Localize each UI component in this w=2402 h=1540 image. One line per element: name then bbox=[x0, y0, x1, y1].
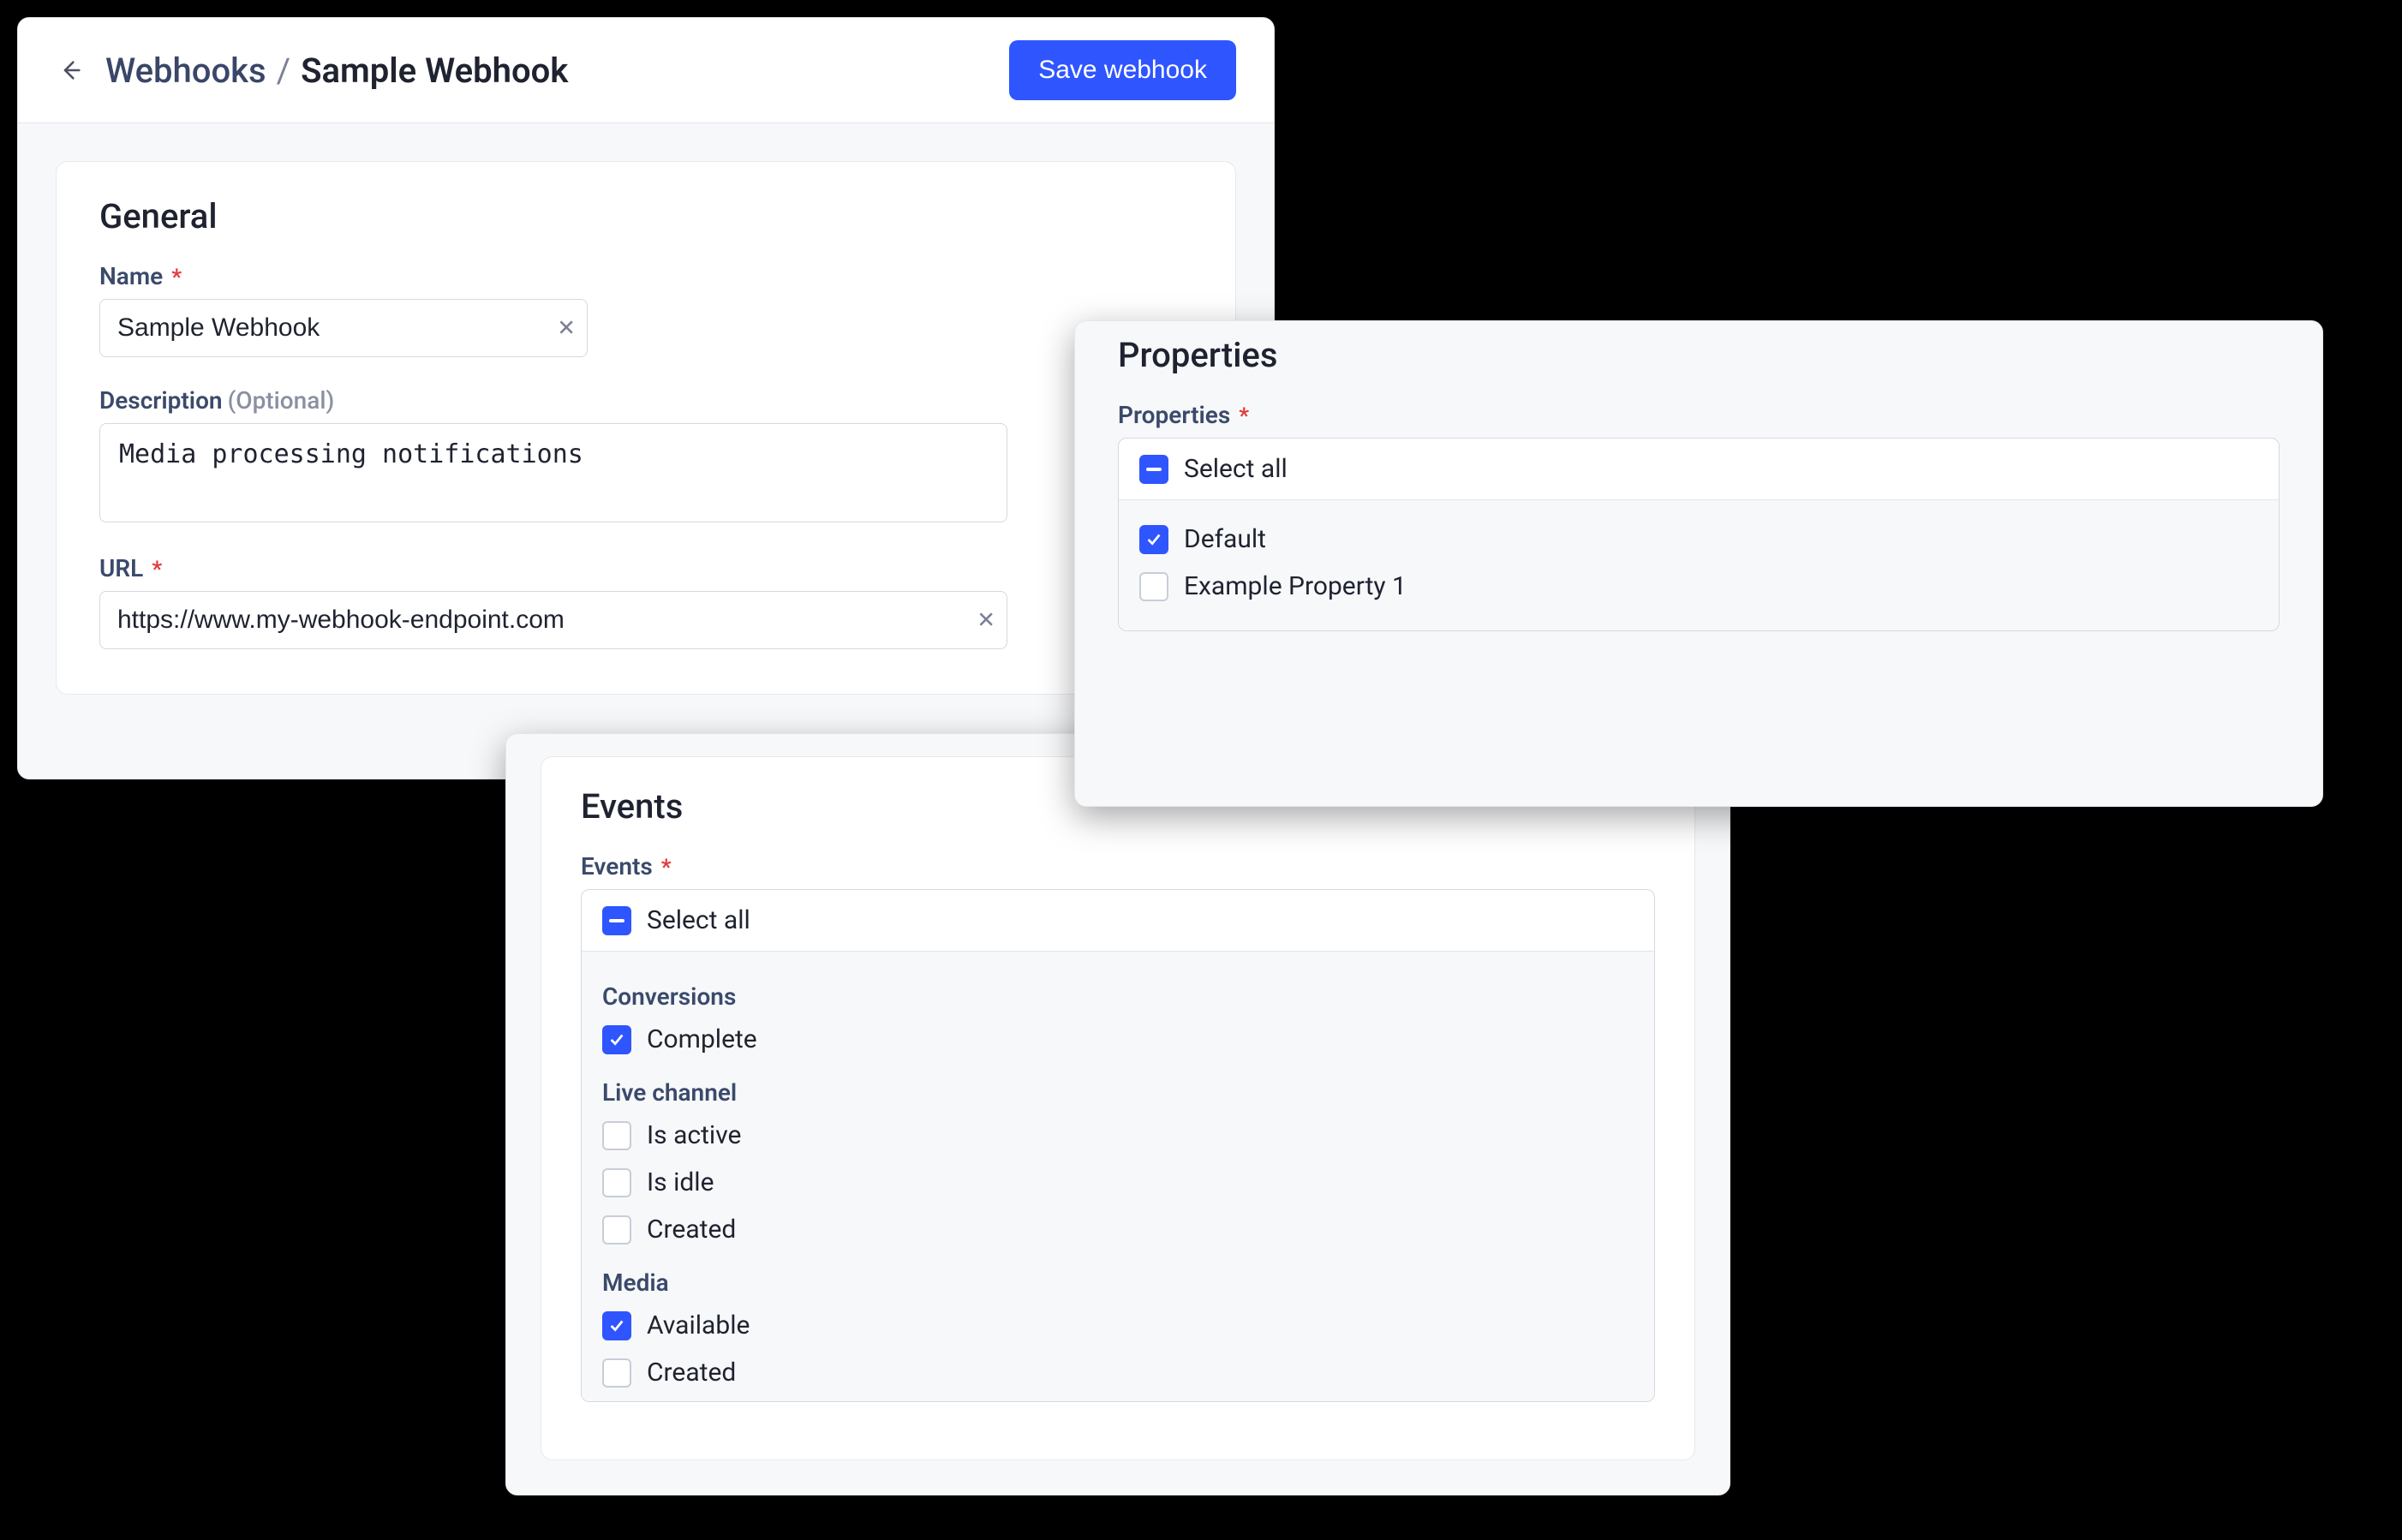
events-item[interactable]: Created bbox=[602, 1349, 1634, 1396]
name-input[interactable] bbox=[99, 299, 588, 357]
required-mark: * bbox=[1239, 403, 1249, 429]
checkbox-checked-icon[interactable] bbox=[1139, 525, 1168, 554]
clear-name-icon[interactable]: ✕ bbox=[557, 315, 576, 342]
properties-item[interactable]: Example Property 1 bbox=[1139, 563, 2258, 610]
events-select-all-label: Select all bbox=[647, 905, 750, 935]
checkbox-checked-icon[interactable] bbox=[602, 1025, 631, 1054]
window-events: Events Events * Select all ConversionsCo… bbox=[505, 733, 1730, 1495]
card-properties: Properties Properties * Select all Defau… bbox=[1118, 335, 2280, 772]
url-label: URL bbox=[99, 554, 143, 582]
events-item-label: Is active bbox=[647, 1120, 741, 1150]
checkbox-indeterminate-icon[interactable] bbox=[1139, 455, 1168, 484]
properties-select-all-label: Select all bbox=[1184, 454, 1288, 484]
general-section-title: General bbox=[99, 196, 1192, 236]
events-group-title: Live channel bbox=[602, 1078, 1634, 1107]
events-group-title: Conversions bbox=[602, 982, 1634, 1011]
events-item[interactable]: Complete bbox=[602, 1016, 1634, 1063]
clear-url-icon[interactable]: ✕ bbox=[977, 607, 995, 634]
checkbox-unchecked-icon[interactable] bbox=[1139, 572, 1168, 601]
required-mark: * bbox=[171, 265, 182, 290]
required-mark: * bbox=[152, 557, 162, 582]
description-label: Description bbox=[99, 386, 223, 415]
events-item-label: Is idle bbox=[647, 1167, 714, 1197]
checkbox-checked-icon[interactable] bbox=[602, 1311, 631, 1340]
checkbox-indeterminate-icon[interactable] bbox=[602, 906, 631, 935]
events-select-all-row[interactable]: Select all bbox=[582, 890, 1654, 952]
events-item[interactable]: Created bbox=[602, 1206, 1634, 1253]
back-icon[interactable] bbox=[56, 55, 87, 86]
events-group-title: Media bbox=[602, 1268, 1634, 1297]
properties-item-label: Default bbox=[1184, 524, 1266, 554]
checkbox-unchecked-icon[interactable] bbox=[602, 1121, 631, 1150]
events-item-label: Created bbox=[647, 1358, 736, 1388]
breadcrumb-root[interactable]: Webhooks bbox=[105, 51, 266, 91]
card-general: General Name * ✕ Description (Optional) … bbox=[56, 161, 1236, 695]
properties-section-title: Properties bbox=[1118, 335, 2280, 375]
name-label: Name bbox=[99, 262, 163, 290]
breadcrumb-current: Sample Webhook bbox=[301, 51, 568, 91]
events-item-label: Available bbox=[647, 1310, 750, 1340]
events-item-label: Created bbox=[647, 1215, 736, 1245]
events-listbox: Select all Conversions Complete Live chann… bbox=[581, 889, 1655, 1402]
save-webhook-button[interactable]: Save webhook bbox=[1009, 40, 1236, 100]
properties-item-label: Example Property 1 bbox=[1184, 571, 1407, 601]
properties-select-all-row[interactable]: Select all bbox=[1119, 439, 2279, 500]
properties-item[interactable]: Default bbox=[1139, 516, 2258, 563]
events-item[interactable]: Available bbox=[602, 1302, 1634, 1349]
breadcrumb-separator: / bbox=[266, 51, 302, 91]
page-header: Webhooks / Sample Webhook Save webhook bbox=[18, 18, 1274, 123]
events-item-label: Complete bbox=[647, 1024, 757, 1054]
required-mark: * bbox=[661, 855, 672, 880]
events-field-label: Events bbox=[581, 852, 653, 880]
card-events: Events Events * Select all ConversionsCo… bbox=[541, 756, 1695, 1460]
checkbox-unchecked-icon[interactable] bbox=[602, 1215, 631, 1245]
description-input[interactable]: Media processing notifications bbox=[99, 423, 1007, 522]
events-item[interactable]: Is active bbox=[602, 1112, 1634, 1159]
properties-field-label: Properties bbox=[1118, 401, 1230, 429]
description-optional: (Optional) bbox=[228, 386, 335, 415]
properties-listbox: Select all Default Example Property 1 bbox=[1118, 438, 2280, 631]
events-item[interactable]: Is idle bbox=[602, 1159, 1634, 1206]
window-properties: Properties Properties * Select all Defau… bbox=[1074, 320, 2323, 807]
url-input[interactable] bbox=[99, 591, 1007, 649]
checkbox-unchecked-icon[interactable] bbox=[602, 1358, 631, 1388]
checkbox-unchecked-icon[interactable] bbox=[602, 1168, 631, 1197]
